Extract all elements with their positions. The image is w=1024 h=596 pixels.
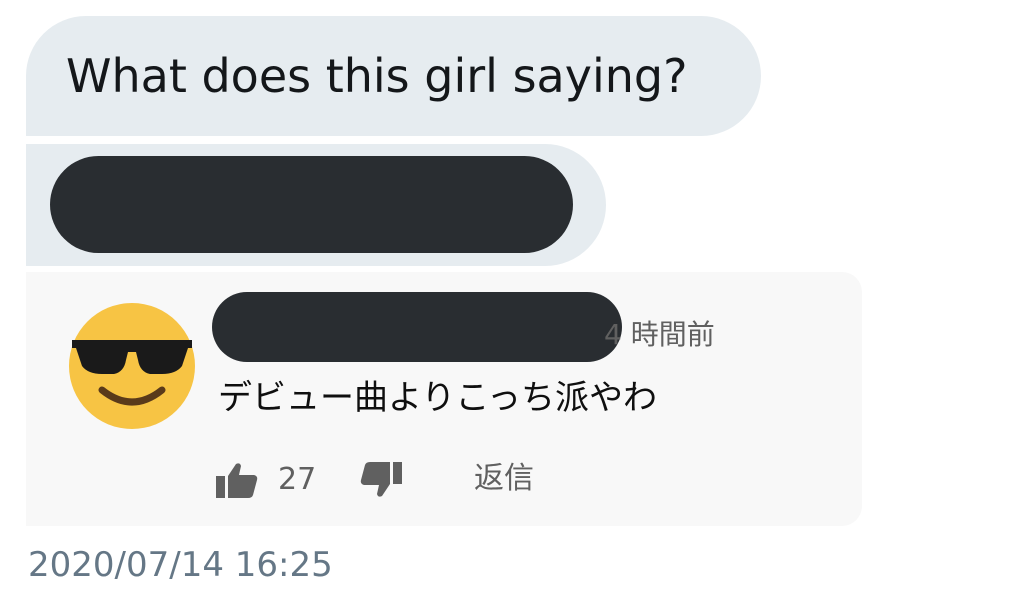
redaction-bar — [50, 156, 573, 253]
redacted-message-bubble[interactable] — [26, 144, 606, 266]
reply-button[interactable]: 返信 — [474, 460, 534, 498]
sunglasses-emoji-icon — [69, 303, 195, 429]
thumbs-up-icon[interactable] — [216, 462, 258, 498]
message-bubble[interactable]: What does this girl saying? — [26, 16, 761, 136]
comment-text: デビュー曲よりこっち派やわ — [218, 378, 657, 418]
comment-timestamp: 4 時間前 — [604, 318, 715, 351]
message-text: What does this girl saying? — [66, 49, 688, 103]
like-count: 27 — [278, 462, 317, 497]
chat-screen: What does this girl saying? 4 時間前 デビュー曲よ… — [0, 0, 1024, 596]
username-redaction-bar — [212, 292, 622, 362]
comment-card[interactable]: 4 時間前 デビュー曲よりこっち派やわ 27 返信 — [26, 272, 862, 526]
thumbs-down-icon[interactable] — [360, 462, 402, 498]
message-timestamp: 2020/07/14 16:25 — [28, 545, 333, 585]
